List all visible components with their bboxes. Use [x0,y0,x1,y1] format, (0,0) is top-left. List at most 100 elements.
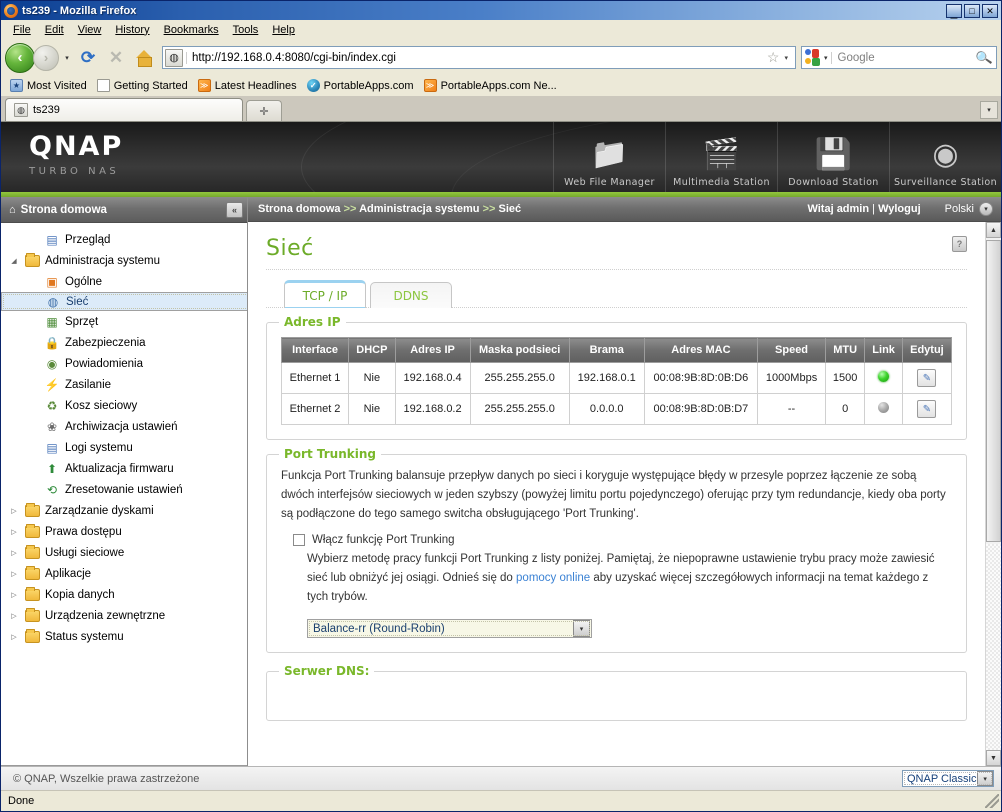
menu-view[interactable]: View [71,22,109,38]
language-label: Polski [944,203,974,215]
sidebar-item-label: Zarządzanie dyskami [45,504,154,517]
menu-edit[interactable]: Edit [38,22,71,38]
new-tab-button[interactable]: ✛ [246,100,282,121]
sidebar-item-status-systemu[interactable]: ▷ Status systemu [1,626,247,647]
bookmark-most-visited[interactable]: ★ Most Visited [7,78,92,93]
bookmark-portableapps-news[interactable]: ≫ PortableApps.com Ne... [421,78,562,93]
sidebar-item-og-lne[interactable]: ▣ Ogólne [1,271,247,292]
overview-icon: ▤ [46,232,58,247]
folder-icon [24,607,40,623]
station-multimedia[interactable]: 🎬 Multimedia Station [665,122,777,192]
bookmark-label: Getting Started [113,79,188,92]
scrollbar-thumb[interactable] [986,240,1001,543]
tree-twisty-icon[interactable]: ▷ [9,570,19,578]
sidebar-collapse-button[interactable]: « [226,201,243,218]
url-input[interactable]: http://192.168.0.4:8080/cgi-bin/index.cg… [186,51,764,64]
menu-help[interactable]: Help [265,22,302,38]
home-button[interactable] [131,45,157,71]
tree-twisty-icon[interactable]: ▷ [9,591,19,599]
trunking-mode-select[interactable]: Balance-rr (Round-Robin) ▾ [307,619,592,638]
sidebar-item-urz-dzenia-zewn-trzne[interactable]: ▷ Urządzenia zewnętrzne [1,605,247,626]
qnap-logo[interactable]: QNAP TURBO NAS [1,122,301,197]
url-dropdown-icon[interactable]: ▾ [782,54,793,62]
edit-icon[interactable]: ✎ [917,369,937,387]
skin-select[interactable]: QNAP Classic ▾ [902,770,994,787]
sidebar-item-label: Prawa dostępu [45,525,122,538]
menu-bookmarks[interactable]: Bookmarks [157,22,226,38]
enable-trunking-row[interactable]: Włącz funkcję Port Trunking [293,534,952,546]
sidebar-item-kopia-danych[interactable]: ▷ Kopia danych [1,584,247,605]
sidebar-item-przegl-d[interactable]: ▤ Przegląd [1,229,247,250]
content-scrollbar[interactable]: ▲ ▼ [985,222,1001,766]
resize-grip[interactable] [985,794,999,808]
sidebar-item-aplikacje[interactable]: ▷ Aplikacje [1,563,247,584]
folder-icon [24,565,40,581]
tree-twisty-icon[interactable]: ▷ [9,612,19,620]
tree-twisty-icon[interactable]: ▷ [9,633,19,641]
sidebar-item-zabezpieczenia[interactable]: 🔒 Zabezpieczenia [1,332,247,353]
bookmark-portableapps[interactable]: ✓ PortableApps.com [304,78,419,93]
bookmark-latest-headlines[interactable]: ≫ Latest Headlines [195,78,302,93]
search-icon[interactable]: 🔍 [975,48,998,67]
sidebar-item-prawa-dost-pu[interactable]: ▷ Prawa dostępu [1,521,247,542]
language-selector[interactable]: Polski ▾ [945,202,993,216]
maximize-button[interactable]: □ [964,3,980,18]
page-content: Sieć ? TCP / IP DDNS Adres IP Interface … [248,222,985,766]
tree-twisty-icon[interactable]: ▷ [9,507,19,515]
sidebar-item-aktualizacja-firmwaru[interactable]: ⬆ Aktualizacja firmwaru [1,458,247,479]
station-surveillance[interactable]: ◉ Surveillance Station [889,122,1001,192]
tab-list-button[interactable]: ▾ [980,101,998,119]
navigation-toolbar: ‹ › ▾ ⟳ ✕ ◍ http://192.168.0.4:8080/cgi-… [1,40,1001,75]
close-button[interactable]: ✕ [982,3,998,18]
menu-history[interactable]: History [108,22,156,38]
scrollbar-trough[interactable] [986,544,1001,750]
folder-glyph [24,252,40,267]
search-input[interactable]: Google [830,51,976,64]
sidebar-item-zarz-dzanie-dyskami[interactable]: ▷ Zarządzanie dyskami [1,500,247,521]
back-button[interactable]: ‹ [5,42,35,73]
sidebar-item-logi-systemu[interactable]: ▤ Logi systemu [1,437,247,458]
station-web-file-manager[interactable]: 📁 Web File Manager [553,122,665,192]
tab-ddns[interactable]: DDNS [370,282,452,308]
sidebar-item-powiadomienia[interactable]: ◉ Powiadomienia [1,353,247,374]
sidebar-item-sie[interactable]: ◍ Sieć [1,292,247,311]
sidebar-item-zasilanie[interactable]: ⚡ Zasilanie [1,374,247,395]
tree-twisty-icon[interactable]: ▷ [9,549,19,557]
cell-speed: 1000Mbps [757,362,826,394]
help-button[interactable]: ? [952,236,967,252]
scroll-up-button[interactable]: ▲ [986,222,1001,238]
tree-twisty-icon[interactable]: ◢ [9,257,19,265]
station-download[interactable]: 💾 Download Station [777,122,889,192]
enable-trunking-checkbox[interactable] [293,534,305,546]
sidebar-item-kosz-sieciowy[interactable]: ♻ Kosz sieciowy [1,395,247,416]
sidebar-item-administracja-systemu[interactable]: ◢ Administracja systemu [1,250,247,271]
tab-ts239[interactable]: ◍ ts239 [5,98,243,121]
reload-button[interactable]: ⟳ [75,45,101,71]
home-icon: ⌂ [9,203,16,216]
sidebar-item-zresetowanie-ustawie[interactable]: ⟲ Zresetowanie ustawień [1,479,247,500]
scroll-down-button[interactable]: ▼ [986,750,1001,766]
forward-button[interactable]: › [33,44,59,71]
bookmark-getting-started[interactable]: Getting Started [94,78,193,93]
sidebar-item-archiwizacja-ustawie[interactable]: ❀ Archiwizacja ustawień [1,416,247,437]
scrollbar-track[interactable] [986,238,1001,750]
edit-icon[interactable]: ✎ [917,400,937,418]
tree-twisty-icon[interactable]: ▷ [9,528,19,536]
history-dropdown-icon[interactable]: ▾ [61,47,73,69]
column-header: Maska podsieci [469,337,570,363]
sidebar-item-us-ugi-sieciowe[interactable]: ▷ Usługi sieciowe [1,542,247,563]
url-bar[interactable]: ◍ http://192.168.0.4:8080/cgi-bin/index.… [162,46,796,69]
sidebar-item-sprz-t[interactable]: ▦ Sprzęt [1,311,247,332]
search-engine-dropdown-icon[interactable]: ▾ [824,54,828,62]
recycle-bin-icon: ♻ [46,398,58,413]
cell-speed: -- [757,393,826,425]
menu-file[interactable]: File [6,22,38,38]
search-bar[interactable]: ▾ Google 🔍 [801,46,997,69]
minimize-button[interactable]: _ [946,3,962,18]
bookmark-star-icon[interactable]: ☆ [764,49,783,66]
stop-button[interactable]: ✕ [103,45,129,71]
tab-tcp-ip[interactable]: TCP / IP [284,280,366,308]
logout-link[interactable]: Wyloguj [878,203,921,215]
online-help-link[interactable]: pomocy online [516,572,590,584]
menu-tools[interactable]: Tools [226,22,266,38]
